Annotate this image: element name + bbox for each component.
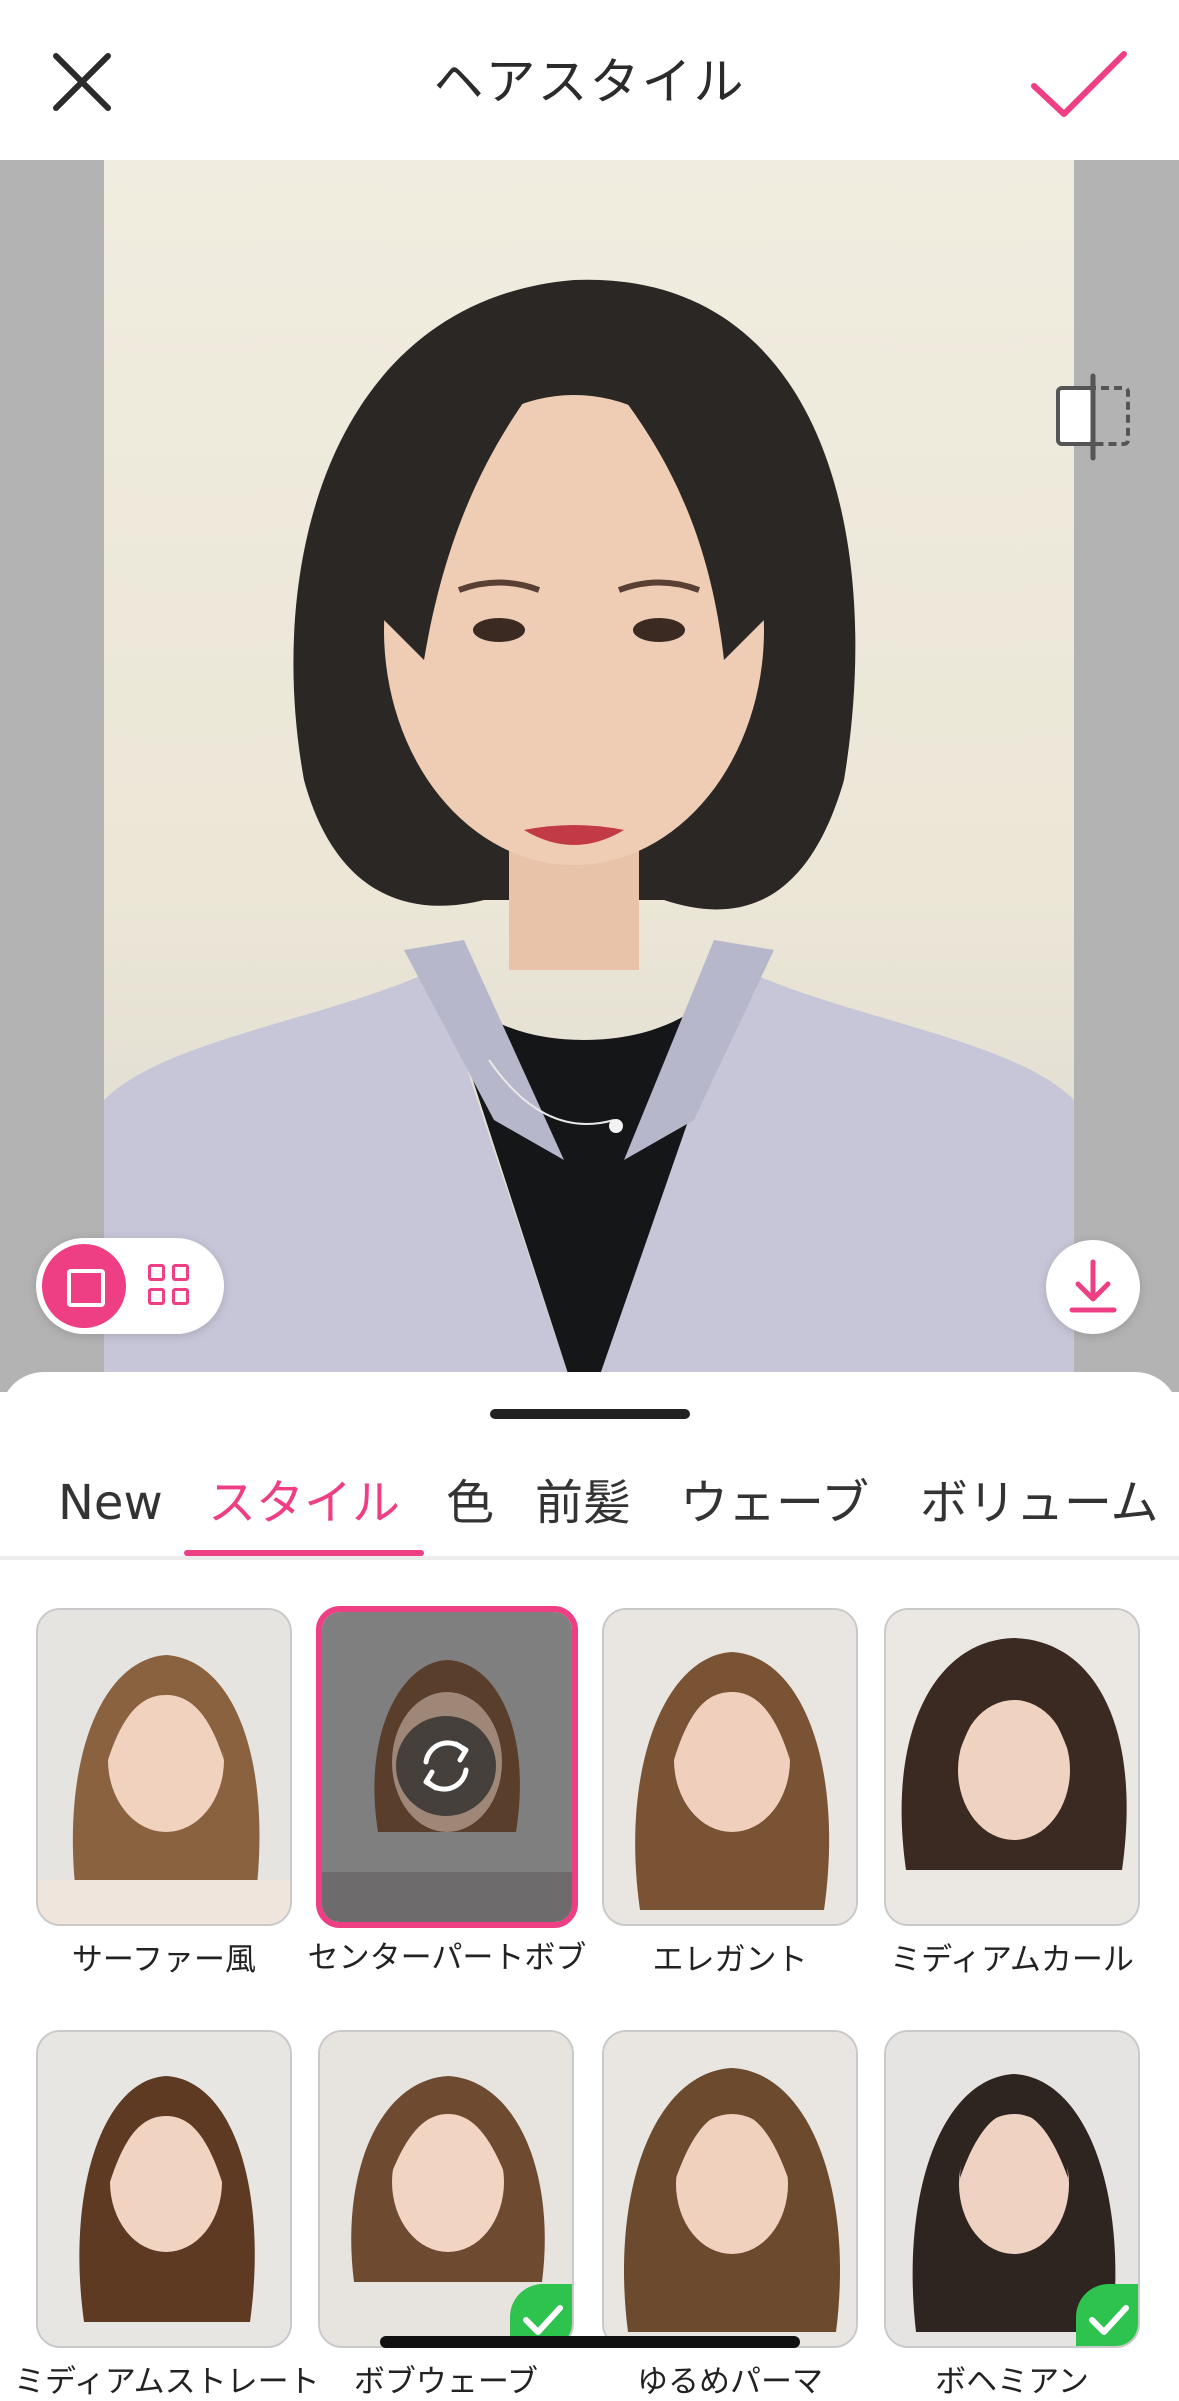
style-label: サーファー風 [71,1942,257,1978]
view-mode-toggle [36,1238,224,1334]
style-card[interactable] [36,2030,292,2348]
style-card[interactable] [602,2030,858,2348]
photo-canvas [0,160,1179,1392]
single-view-button[interactable] [42,1244,126,1328]
style-card-selected[interactable] [316,1606,578,1928]
tab-wave[interactable]: ウェーブ [680,1468,869,1558]
style-label: センターパートボブ [307,1940,587,1976]
checkmark-icon [1031,51,1127,117]
single-view-icon [67,1269,105,1307]
style-thumbnail [604,1610,856,1924]
style-label: ミディアムカール [890,1942,1134,1978]
grid-view-button[interactable] [144,1260,196,1312]
style-card[interactable] [884,2030,1140,2348]
tab-color[interactable]: 色 [446,1468,494,1558]
portrait-photo [104,160,1074,1392]
style-card[interactable] [318,2030,574,2348]
style-label: ボヘミアン [935,2364,1089,2400]
download-button[interactable] [1046,1240,1140,1334]
style-card[interactable] [884,1608,1140,1926]
style-card[interactable] [602,1608,858,1926]
page-title: ヘアスタイル [433,53,746,111]
top-bar: ヘアスタイル [0,0,1179,160]
style-label: ボブウェーブ [353,2364,539,2400]
tab-bangs[interactable]: 前髪 [535,1468,631,1558]
style-thumbnail [886,1610,1138,1924]
download-icon [1069,1259,1117,1313]
applied-badge [1076,2284,1138,2346]
tab-new[interactable]: New [58,1468,163,1558]
compare-button[interactable] [1050,372,1136,462]
style-thumbnail [38,1610,290,1924]
style-thumbnail [38,2032,290,2346]
tab-volume[interactable]: ボリューム [920,1468,1159,1558]
check-icon [1089,2305,1129,2335]
tabs-divider [0,1556,1179,1560]
refresh-icon [423,1740,469,1792]
style-label: ミディアムストレート [14,2364,320,2400]
sheet-drag-handle[interactable] [490,1409,690,1419]
category-tabs: New スタイル 色 前髪 ウェーブ ボリューム [0,1468,1179,1558]
tab-style[interactable]: スタイル [208,1468,400,1558]
style-label: エレガント [652,1942,808,1978]
reroll-button[interactable] [396,1716,496,1816]
style-card[interactable] [36,1608,292,1926]
home-indicator[interactable] [380,2336,800,2348]
style-label: ゆるめパーマ [637,2364,823,2400]
portrait-illustration [104,279,1074,1392]
style-thumbnail [604,2032,856,2346]
compare-split-icon [1056,373,1130,461]
confirm-button[interactable] [1020,40,1140,130]
